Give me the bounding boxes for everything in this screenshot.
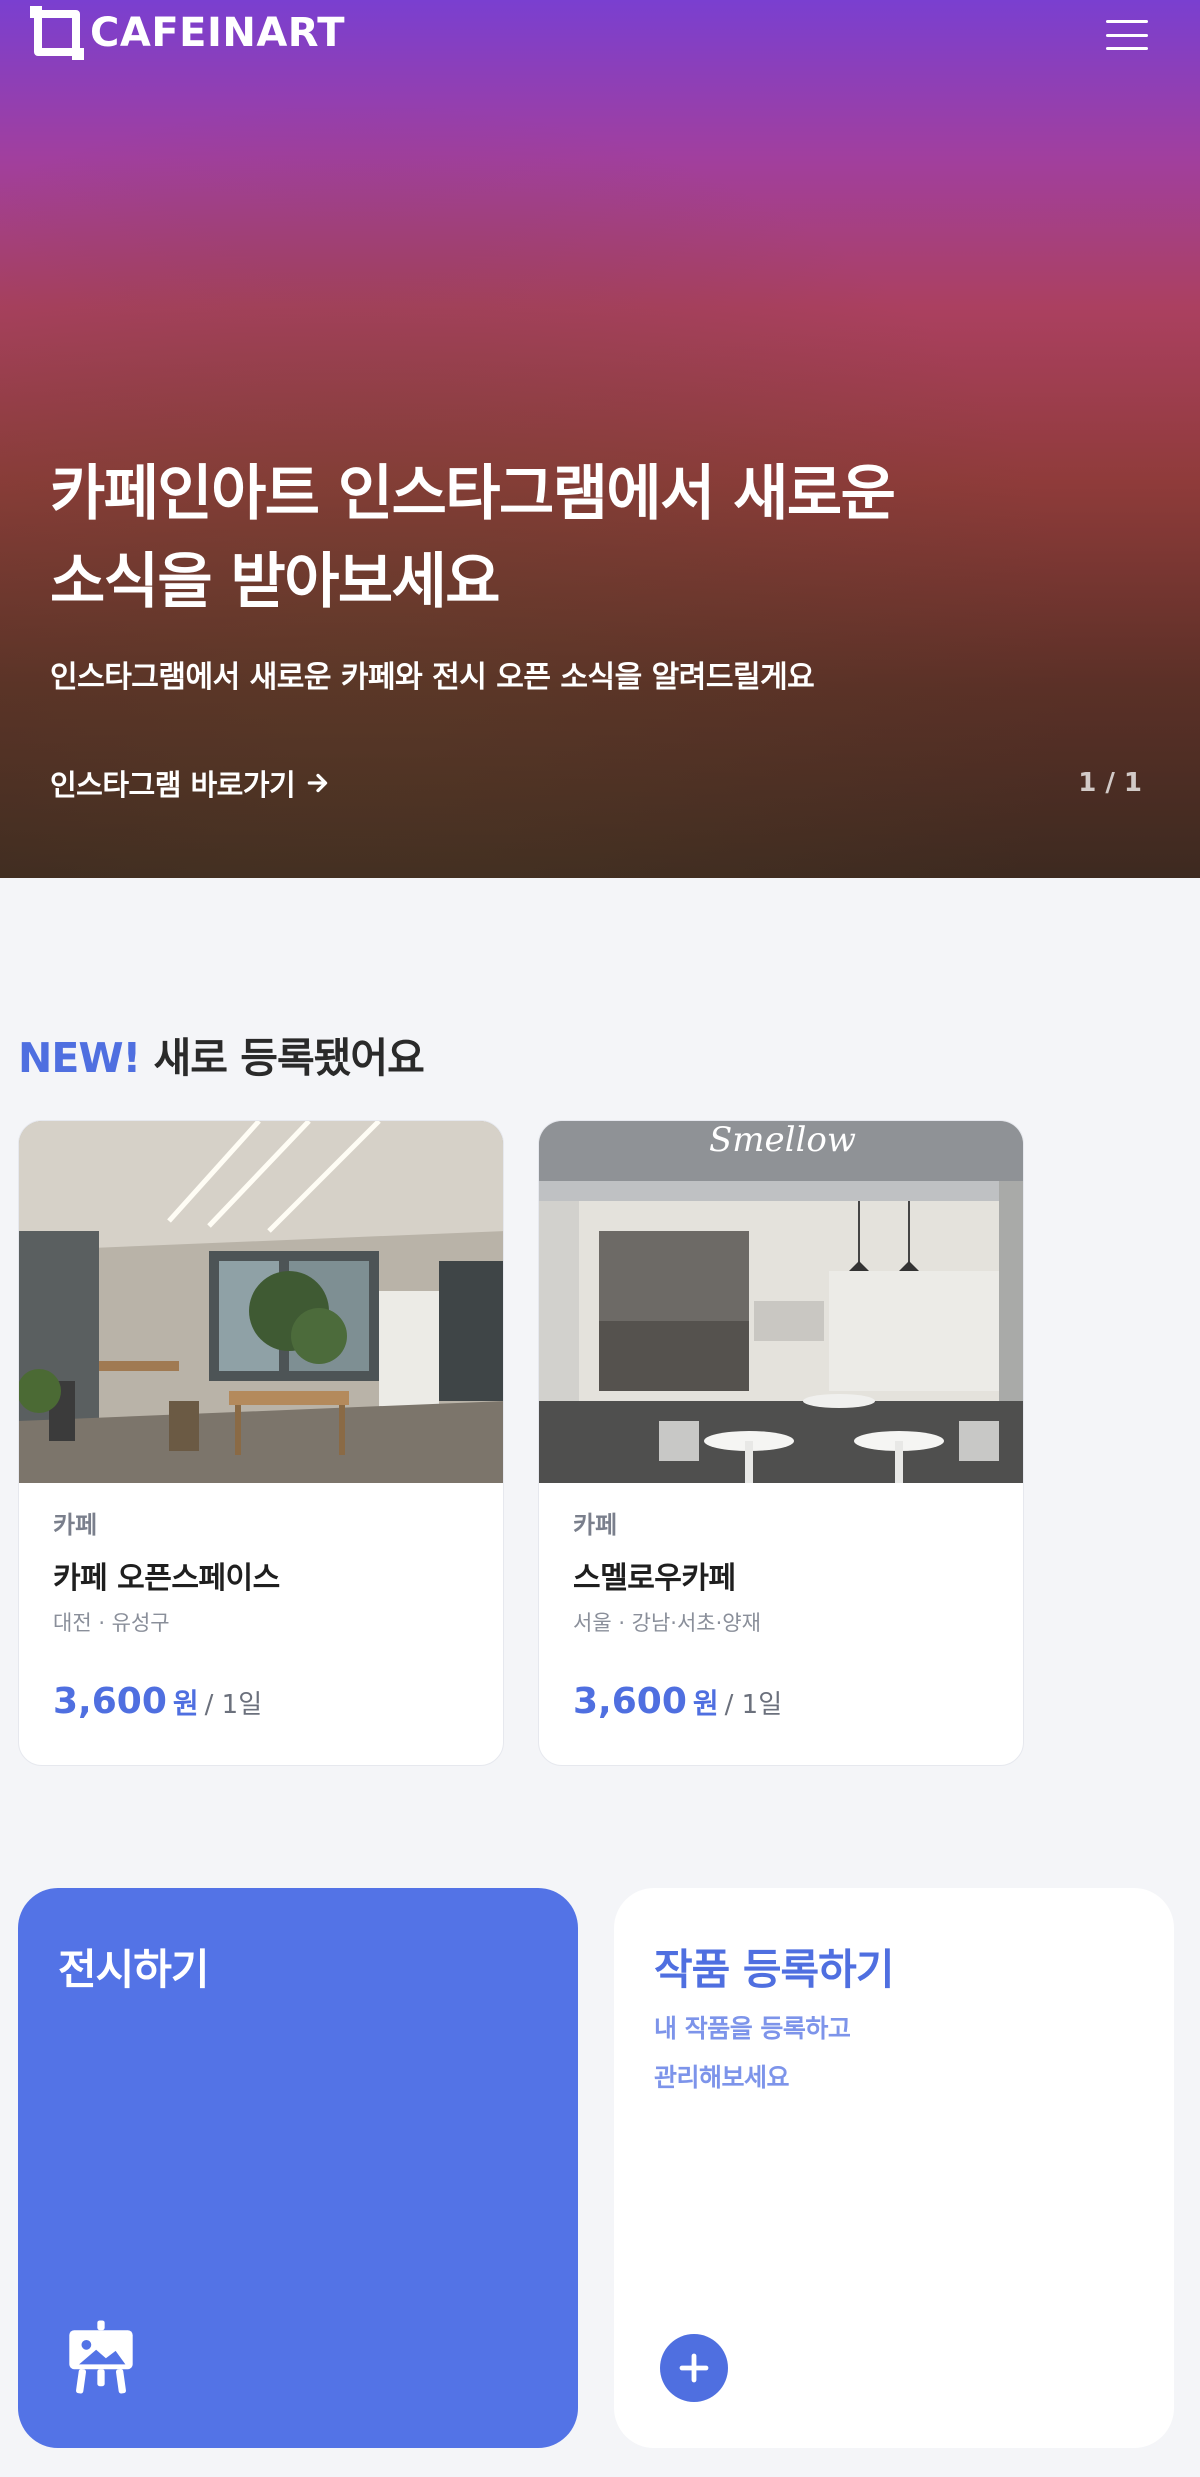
hamburger-menu-icon[interactable] — [1106, 20, 1148, 50]
space-photo: Smellow — [539, 1121, 1023, 1483]
space-card[interactable]: 카페 카페 오픈스페이스 대전 · 유성구 3,600 원 / 1일 — [18, 1120, 504, 1766]
card-category: 카페 — [53, 1511, 98, 1539]
instagram-link[interactable]: 인스타그램 바로가기 — [50, 762, 331, 804]
instagram-link-label: 인스타그램 바로가기 — [50, 768, 296, 802]
register-description: 내 작품을 등록하고 관리해보세요 — [654, 2004, 1014, 2102]
plus-circle-icon[interactable] — [660, 2334, 728, 2402]
cafe-interior-illustration — [19, 1121, 503, 1483]
register-title: 작품 등록하기 — [654, 1945, 894, 1994]
card-category: 카페 — [573, 1511, 618, 1539]
register-artwork-tile[interactable]: 작품 등록하기 내 작품을 등록하고 관리해보세요 — [614, 1888, 1174, 2448]
hero-subtitle: 인스타그램에서 새로운 카페와 전시 오픈 소식을 알려드릴게요 — [50, 660, 815, 695]
hero-title-line2: 소식을 받아보세요 — [50, 547, 501, 617]
logo[interactable]: CAFEINART — [30, 6, 346, 60]
exhibit-title: 전시하기 — [58, 1945, 210, 1994]
price-amount: 3,600 — [573, 1681, 687, 1722]
logo-text: CAFEINART — [90, 10, 346, 56]
exhibit-tile[interactable]: 전시하기 — [18, 1888, 578, 2448]
price-currency: 원 — [172, 1687, 199, 1720]
price-amount: 3,600 — [53, 1681, 167, 1722]
new-section-title: NEW! 새로 등록됐어요 — [18, 1024, 425, 1084]
hero-title-line1: 카페인아트 인스타그램에서 새로운 — [50, 459, 896, 529]
card-location: 대전 · 유성구 — [53, 1611, 170, 1635]
card-price: 3,600 원 / 1일 — [573, 1681, 782, 1722]
price-currency: 원 — [692, 1687, 719, 1720]
hero-banner[interactable]: CAFEINART 카페인아트 인스타그램에서 새로운 소식을 받아보세요 인스… — [0, 0, 1200, 878]
price-period: / 1일 — [724, 1690, 783, 1720]
easel-icon — [69, 2320, 133, 2394]
new-section-heading: 새로 등록됐어요 — [153, 1034, 425, 1082]
price-period: / 1일 — [204, 1690, 263, 1720]
logo-mark-icon — [30, 6, 84, 60]
register-desc-line2: 관리해보세요 — [654, 2063, 790, 2092]
card-title: 스멜로우카페 — [573, 1561, 736, 1596]
plus-glyph-icon — [679, 2353, 709, 2383]
new-badge: NEW! — [18, 1034, 141, 1082]
card-location: 서울 · 강남·서초·양재 — [573, 1611, 761, 1635]
hero-title: 카페인아트 인스타그램에서 새로운 소식을 받아보세요 — [50, 450, 1050, 626]
sign-text: Smellow — [709, 1121, 856, 1160]
register-desc-line1: 내 작품을 등록하고 — [654, 2014, 851, 2043]
card-price: 3,600 원 / 1일 — [53, 1681, 262, 1722]
hero-pagination: 1 / 1 — [1078, 768, 1142, 798]
card-title: 카페 오픈스페이스 — [53, 1561, 280, 1596]
space-card[interactable]: Smellow 카페 스멜로우카페 서울 · 강남·서초·양재 3,600 원 … — [538, 1120, 1024, 1766]
cafe-storefront-illustration: Smellow — [539, 1121, 1023, 1483]
arrow-right-icon — [307, 773, 328, 793]
space-photo — [19, 1121, 503, 1483]
